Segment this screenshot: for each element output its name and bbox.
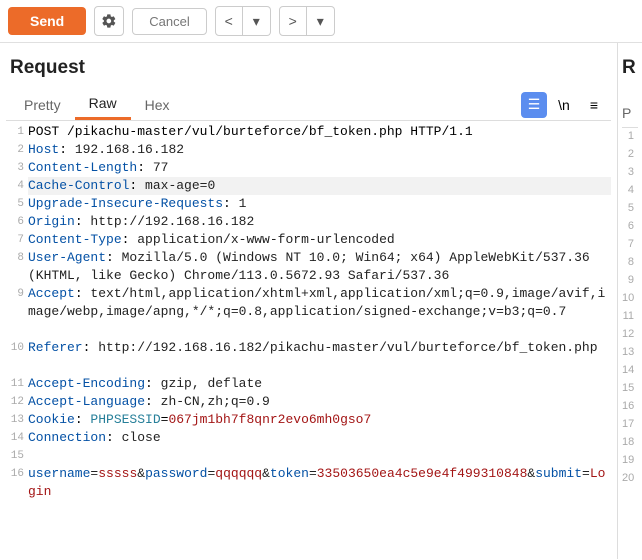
cancel-button[interactable]: Cancel [132, 8, 206, 35]
request-title: Request [10, 57, 611, 79]
prev-button[interactable]: < [215, 6, 243, 36]
next-dropdown[interactable]: ▾ [307, 6, 335, 36]
response-title: R [622, 57, 638, 79]
toolbar: Send Cancel < ▾ > ▾ [0, 0, 642, 43]
main: Request Pretty Raw Hex ☰ \n ≡ 1234567891… [0, 43, 642, 559]
caret-down-icon: ▾ [317, 13, 324, 30]
response-panel: R P 1234567891011121314151617181920 [618, 43, 642, 559]
request-tabs: Pretty Raw Hex ☰ \n ≡ [6, 89, 611, 121]
chevron-right-icon: > [289, 13, 297, 29]
prev-dropdown[interactable]: ▾ [243, 6, 271, 36]
newline-toggle[interactable]: \n [551, 92, 577, 118]
response-tab-pretty[interactable]: P [622, 99, 638, 128]
next-group: > ▾ [279, 6, 335, 36]
request-line: POST /pikachu-master/vul/burteforce/bf_t… [28, 123, 611, 141]
tab-hex[interactable]: Hex [131, 91, 184, 119]
tab-pretty[interactable]: Pretty [10, 91, 75, 119]
format-button[interactable]: ☰ [521, 92, 547, 118]
raw-editor[interactable]: 12345678910111213141516 POST /pikachu-ma… [6, 121, 611, 501]
request-body: username=sssss&password=qqqqqq&token=335… [28, 465, 611, 501]
next-button[interactable]: > [279, 6, 307, 36]
menu-button[interactable]: ≡ [581, 92, 607, 118]
cookie-line: Cookie: PHPSESSID=067jm1bh7f8qnr2evo6mh0… [28, 411, 611, 429]
prev-group: < ▾ [215, 6, 271, 36]
caret-down-icon: ▾ [253, 13, 260, 30]
chevron-left-icon: < [225, 13, 233, 29]
line-gutter: 12345678910111213141516 [6, 121, 24, 501]
raw-code[interactable]: POST /pikachu-master/vul/burteforce/bf_t… [24, 121, 611, 501]
settings-button[interactable] [94, 6, 124, 36]
tab-raw[interactable]: Raw [75, 89, 131, 120]
format-icon: ☰ [528, 96, 541, 113]
gear-icon [101, 13, 117, 29]
request-panel: Request Pretty Raw Hex ☰ \n ≡ 1234567891… [0, 43, 618, 559]
menu-icon: ≡ [590, 97, 598, 113]
response-gutter: 1234567891011121314151617181920 [622, 128, 634, 490]
send-button[interactable]: Send [8, 7, 86, 35]
